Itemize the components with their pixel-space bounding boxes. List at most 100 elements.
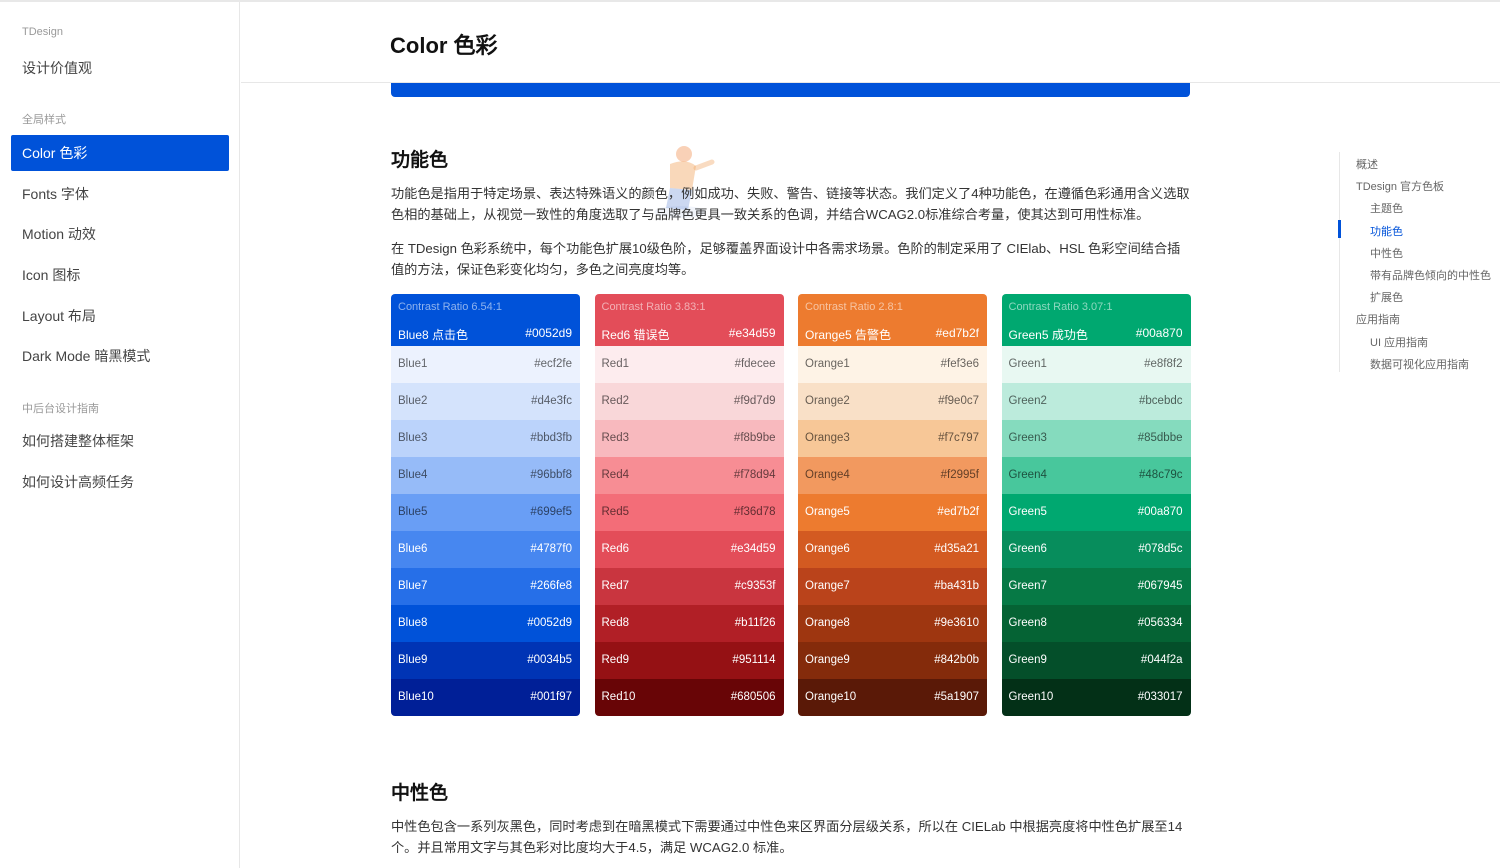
color-swatch[interactable]: Blue3 #bbd3fb <box>391 420 580 457</box>
color-swatch[interactable]: Orange8 #9e3610 <box>798 605 987 642</box>
contrast-ratio: Contrast Ratio 2.8:1 <box>805 301 903 313</box>
color-swatch[interactable]: Red8 #b11f26 <box>594 605 784 642</box>
color-swatch[interactable]: Blue7 #266fe8 <box>391 568 580 605</box>
color-swatch[interactable]: Blue4 #96bbf8 <box>391 457 580 494</box>
color-swatch[interactable]: Orange1 #fef3e6 <box>798 346 987 383</box>
color-swatch[interactable]: Orange5 #ed7b2f <box>798 494 987 531</box>
sidebar-item-fonts[interactable]: Fonts 字体 <box>11 176 229 212</box>
swatch-hex: #00a870 <box>1137 506 1183 518</box>
swatch-name: Green4 <box>1008 469 1047 481</box>
swatch-name: Green9 <box>1008 654 1047 666</box>
swatch-hex: #9e3610 <box>934 617 979 629</box>
color-swatch[interactable]: Orange10 #5a1907 <box>798 679 987 716</box>
color-swatch[interactable]: Orange9 #842b0b <box>798 642 987 679</box>
swatch-hex: #699ef5 <box>530 506 572 518</box>
color-swatch[interactable]: Orange2 #f9e0c7 <box>798 383 987 420</box>
color-swatch[interactable]: Red1 #fdecee <box>594 346 784 383</box>
swatch-name: Blue3 <box>398 432 428 444</box>
color-swatch[interactable]: Red10 #680506 <box>594 679 784 716</box>
color-swatch[interactable]: Red5 #f36d78 <box>594 494 784 531</box>
swatch-hex: #842b0b <box>934 654 979 666</box>
swatch-name: Blue5 <box>398 506 428 518</box>
color-swatch[interactable]: Red3 #f8b9be <box>594 420 784 457</box>
color-swatch[interactable]: Green6 #078d5c <box>1001 531 1191 568</box>
sidebar-item-framework[interactable]: 如何搭建整体框架 <box>11 423 229 459</box>
palette-primary-hex: #0052d9 <box>525 326 572 340</box>
color-swatch[interactable]: Blue2 #d4e3fc <box>391 383 580 420</box>
swatch-hex: #001f97 <box>530 691 572 703</box>
swatch-hex: #ed7b2f <box>937 506 979 518</box>
swatch-name: Orange6 <box>805 543 850 555</box>
swatch-name: Blue9 <box>398 654 428 666</box>
toc-item[interactable]: 应用指南 <box>1356 311 1400 327</box>
section-title-neutral-colors: 中性色 <box>391 783 449 804</box>
toc-item[interactable]: 概述 <box>1356 156 1378 172</box>
swatch-name: Red8 <box>601 617 630 629</box>
contrast-ratio: Contrast Ratio 6.54:1 <box>398 301 502 313</box>
color-swatch[interactable]: Red6 #e34d59 <box>594 531 784 568</box>
color-swatch[interactable]: Green5 #00a870 <box>1001 494 1191 531</box>
swatch-hex: #f9d7d9 <box>733 395 776 407</box>
color-swatch[interactable]: Green10 #033017 <box>1001 679 1191 716</box>
swatch-hex: #fef3e6 <box>940 358 979 370</box>
color-swatch[interactable]: Red2 #f9d7d9 <box>594 383 784 420</box>
color-swatch[interactable]: Blue1 #ecf2fe <box>391 346 580 383</box>
swatch-hex: #078d5c <box>1138 543 1183 555</box>
color-swatch[interactable]: Blue5 #699ef5 <box>391 494 580 531</box>
sidebar-item-frequent-tasks[interactable]: 如何设计高频任务 <box>11 464 229 500</box>
sidebar-item-dark-mode[interactable]: Dark Mode 暗黑模式 <box>11 338 229 374</box>
toc-item[interactable]: 主题色 <box>1370 200 1403 216</box>
color-swatch[interactable]: Orange3 #f7c797 <box>798 420 987 457</box>
color-swatch[interactable]: Blue8 #0052d9 <box>391 605 580 642</box>
palette-primary-name: Green5 成功色 <box>1008 328 1088 342</box>
sidebar-item-icon[interactable]: Icon 图标 <box>11 257 229 293</box>
color-swatch[interactable]: Green3 #85dbbe <box>1001 420 1191 457</box>
palette-card: Contrast Ratio 3.07:1 Green5 成功色 #00a870 Gr… <box>1001 294 1191 716</box>
color-swatch[interactable]: Blue10 #001f97 <box>391 679 580 716</box>
swatch-hex: #067945 <box>1137 580 1183 592</box>
palette-primary-name: Orange5 告警色 <box>805 328 892 342</box>
swatch-name: Blue7 <box>398 580 428 592</box>
swatch-hex: #f36d78 <box>733 506 776 518</box>
color-swatch[interactable]: Orange7 #ba431b <box>798 568 987 605</box>
color-swatch[interactable]: Red4 #f78d94 <box>594 457 784 494</box>
sidebar-item-color[interactable]: Color 色彩 <box>11 135 229 171</box>
color-swatch[interactable]: Green2 #bcebdc <box>1001 383 1191 420</box>
palette-card: Contrast Ratio 3.83:1 Red6 错误色 #e34d59 Red1… <box>594 294 784 716</box>
toc-item[interactable]: 扩展色 <box>1370 289 1403 305</box>
color-swatch[interactable]: Orange4 #f2995f <box>798 457 987 494</box>
color-swatch[interactable]: Red7 #c9353f <box>594 568 784 605</box>
color-swatch[interactable]: Red9 #951114 <box>594 642 784 679</box>
color-swatch[interactable]: Green4 #48c79c <box>1001 457 1191 494</box>
sidebar-item-layout[interactable]: Layout 布局 <box>11 298 229 334</box>
swatch-name: Green8 <box>1008 617 1047 629</box>
toc-item[interactable]: 中性色 <box>1370 245 1403 261</box>
palette-card: Contrast Ratio 2.8:1 Orange5 告警色 #ed7b2f Or… <box>798 294 987 716</box>
swatch-hex: #e34d59 <box>730 543 776 555</box>
toc-item[interactable]: UI 应用指南 <box>1370 334 1428 350</box>
color-swatch[interactable]: Blue9 #0034b5 <box>391 642 580 679</box>
swatch-hex: #bcebdc <box>1139 395 1183 407</box>
color-swatch[interactable]: Blue6 #4787f0 <box>391 531 580 568</box>
palette-primary-name: Blue8 点击色 <box>398 328 469 342</box>
sidebar-item-values[interactable]: 设计价值观 <box>11 50 229 86</box>
swatch-hex: #951114 <box>732 654 776 666</box>
brand-color-banner <box>391 83 1190 97</box>
toc-item[interactable]: 带有品牌色倾向的中性色 <box>1370 267 1491 283</box>
swatch-hex: #0052d9 <box>527 617 572 629</box>
swatch-name: Orange5 <box>805 506 850 518</box>
swatch-name: Green7 <box>1008 580 1047 592</box>
color-swatch[interactable]: Orange6 #d35a21 <box>798 531 987 568</box>
sidebar-item-motion[interactable]: Motion 动效 <box>11 216 229 252</box>
swatch-hex: #f2995f <box>940 469 979 481</box>
color-swatch[interactable]: Green1 #e8f8f2 <box>1001 346 1191 383</box>
swatch-hex: #f7c797 <box>938 432 979 444</box>
toc-item[interactable]: 数据可视化应用指南 <box>1370 356 1469 372</box>
color-swatch[interactable]: Green7 #067945 <box>1001 568 1191 605</box>
swatch-name: Green3 <box>1008 432 1047 444</box>
color-swatch[interactable]: Green9 #044f2a <box>1001 642 1191 679</box>
toc-item[interactable]: 功能色 <box>1370 223 1403 239</box>
color-swatch[interactable]: Green8 #056334 <box>1001 605 1191 642</box>
page-header: Color 色彩 <box>241 2 1500 83</box>
toc-item[interactable]: TDesign 官方色板 <box>1356 178 1444 194</box>
